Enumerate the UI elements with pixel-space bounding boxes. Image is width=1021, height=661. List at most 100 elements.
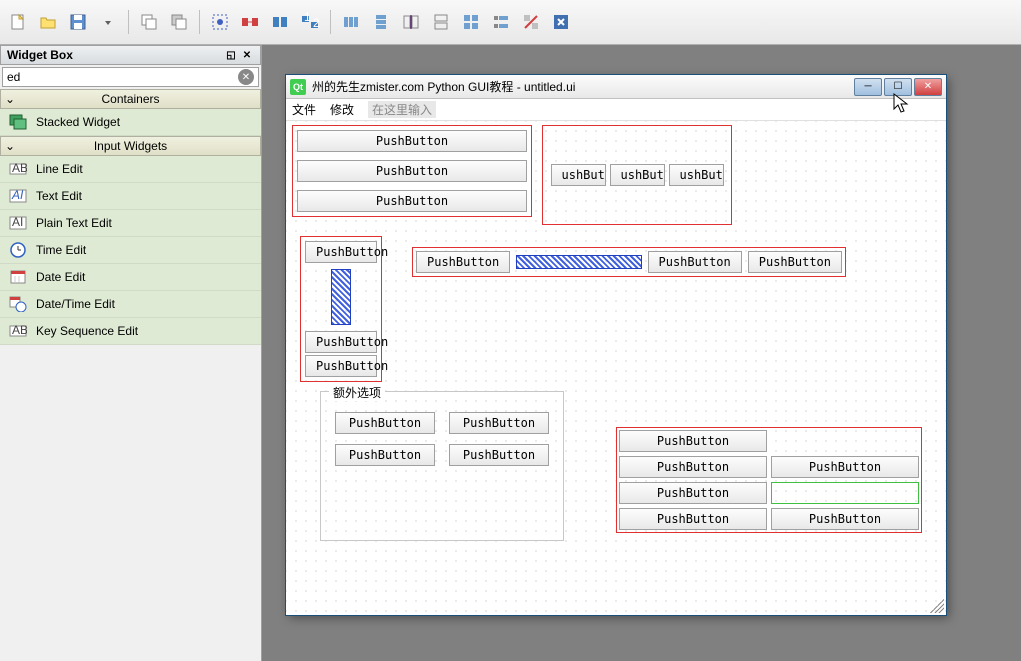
widget-datetime-edit[interactable]: Date/Time Edit [0, 291, 261, 318]
push-button[interactable]: PushButton [771, 456, 919, 478]
vertical-layout-1[interactable]: PushButton PushButton PushButton [292, 125, 532, 217]
push-button[interactable]: PushButton [619, 430, 767, 452]
form-window[interactable]: Qt 州的先生zmister.com Python GUI教程 - untitl… [286, 75, 946, 615]
copy-icon[interactable] [135, 8, 163, 36]
datetime-edit-icon [8, 295, 28, 313]
adjust-size-icon[interactable] [547, 8, 575, 36]
push-button[interactable]: ushButton [669, 164, 724, 186]
vertical-layout-2[interactable]: PushButton PushButton PushButton [300, 236, 382, 382]
widget-text-edit[interactable]: AI Text Edit [0, 183, 261, 210]
separator [128, 10, 129, 34]
push-button[interactable]: PushButton [305, 241, 377, 263]
grid-layout[interactable]: PushButton PushButton PushButton PushBut… [616, 427, 922, 533]
edit-buddies-icon[interactable] [266, 8, 294, 36]
layout-form-icon[interactable] [487, 8, 515, 36]
widget-search-input[interactable] [7, 70, 238, 84]
qt-icon: Qt [290, 79, 306, 95]
widget-time-edit[interactable]: Time Edit [0, 237, 261, 264]
save-icon[interactable] [64, 8, 92, 36]
category-label: Input Widgets [94, 139, 167, 153]
new-file-icon[interactable] [4, 8, 32, 36]
layout-hsplitter-icon[interactable] [397, 8, 425, 36]
push-button[interactable]: PushButton [297, 190, 527, 212]
push-button[interactable]: PushButton [619, 456, 767, 478]
layout-horizontal-icon[interactable] [337, 8, 365, 36]
widget-box-panel: Widget Box ◱ ✕ ✕ ⌄ Containers Stacked Wi… [0, 45, 262, 661]
separator [330, 10, 331, 34]
category-input-widgets[interactable]: ⌄ Input Widgets [0, 136, 261, 156]
empty-cell [771, 482, 919, 504]
time-edit-icon [8, 241, 28, 259]
horizontal-layout-2[interactable]: PushButton PushButton PushButton [412, 247, 846, 277]
bring-front-icon[interactable] [165, 8, 193, 36]
widget-label: Time Edit [36, 243, 86, 257]
stacked-widget-icon [8, 113, 28, 131]
key-sequence-icon: ABI [8, 322, 28, 340]
chevron-down-icon: ⌄ [5, 139, 15, 153]
push-button[interactable]: PushButton [748, 251, 842, 273]
group-box-title: 额外选项 [329, 384, 385, 401]
open-file-icon[interactable] [34, 8, 62, 36]
svg-text:AI: AI [12, 216, 23, 229]
edit-signals-icon[interactable] [236, 8, 264, 36]
widget-plain-text-edit[interactable]: AI Plain Text Edit [0, 210, 261, 237]
empty-cell [771, 430, 919, 452]
menu-edit[interactable]: 修改 [330, 101, 354, 118]
push-button[interactable]: ushButton [551, 164, 606, 186]
separator [199, 10, 200, 34]
widget-label: Date/Time Edit [36, 297, 115, 311]
widget-label: Line Edit [36, 162, 83, 176]
minimize-button[interactable]: ─ [854, 78, 882, 96]
push-button[interactable]: PushButton [648, 251, 742, 273]
maximize-button[interactable]: ☐ [884, 78, 912, 96]
save-dropdown-icon[interactable] [94, 8, 122, 36]
layout-vsplitter-icon[interactable] [427, 8, 455, 36]
push-button[interactable]: PushButton [305, 331, 377, 353]
widget-box-title-label: Widget Box [7, 48, 73, 62]
edit-tab-order-icon[interactable]: 12 [296, 8, 324, 36]
widget-label: Stacked Widget [36, 115, 120, 129]
size-grip[interactable] [930, 599, 944, 613]
widget-line-edit[interactable]: ABI Line Edit [0, 156, 261, 183]
layout-grid-icon[interactable] [457, 8, 485, 36]
push-button[interactable]: PushButton [619, 508, 767, 530]
form-body[interactable]: PushButton PushButton PushButton ushButt… [286, 121, 946, 615]
titlebar[interactable]: Qt 州的先生zmister.com Python GUI教程 - untitl… [286, 75, 946, 99]
chevron-down-icon: ⌄ [5, 92, 15, 106]
push-button[interactable]: PushButton [771, 508, 919, 530]
push-button[interactable]: PushButton [305, 355, 377, 377]
clear-search-icon[interactable]: ✕ [238, 69, 254, 85]
main-toolbar: 12 [0, 0, 1021, 45]
vertical-spacer[interactable] [331, 269, 351, 325]
layout-vertical-icon[interactable] [367, 8, 395, 36]
category-containers[interactable]: ⌄ Containers [0, 89, 261, 109]
push-button[interactable]: PushButton [449, 444, 549, 466]
horizontal-spacer[interactable] [516, 255, 641, 269]
close-button[interactable]: ✕ [914, 78, 942, 96]
edit-widgets-icon[interactable] [206, 8, 234, 36]
menubar: 文件 修改 在这里输入 [286, 99, 946, 121]
push-button[interactable]: PushButton [297, 160, 527, 182]
widget-stacked[interactable]: Stacked Widget [0, 109, 261, 136]
group-box[interactable]: 额外选项 PushButton PushButton PushButton Pu… [320, 391, 564, 541]
push-button[interactable]: ushButton [610, 164, 665, 186]
push-button[interactable]: PushButton [619, 482, 767, 504]
design-canvas[interactable]: Qt 州的先生zmister.com Python GUI教程 - untitl… [262, 45, 1021, 661]
break-layout-icon[interactable] [517, 8, 545, 36]
widget-search[interactable]: ✕ [2, 67, 259, 87]
push-button[interactable]: PushButton [335, 412, 435, 434]
push-button[interactable]: PushButton [297, 130, 527, 152]
push-button[interactable]: PushButton [449, 412, 549, 434]
containers-list: Stacked Widget [0, 109, 261, 136]
horizontal-layout-1[interactable]: ushButton ushButton ushButton [542, 125, 732, 225]
push-button[interactable]: PushButton [416, 251, 510, 273]
float-panel-icon[interactable]: ◱ [224, 48, 238, 62]
menu-file[interactable]: 文件 [292, 101, 316, 118]
widget-key-sequence-edit[interactable]: ABI Key Sequence Edit [0, 318, 261, 345]
close-panel-icon[interactable]: ✕ [240, 48, 254, 62]
menu-type-here[interactable]: 在这里输入 [368, 101, 436, 118]
widget-label: Text Edit [36, 189, 82, 203]
push-button[interactable]: PushButton [335, 444, 435, 466]
widget-date-edit[interactable]: Date Edit [0, 264, 261, 291]
group-box-grid: PushButton PushButton PushButton PushBut… [321, 392, 563, 486]
